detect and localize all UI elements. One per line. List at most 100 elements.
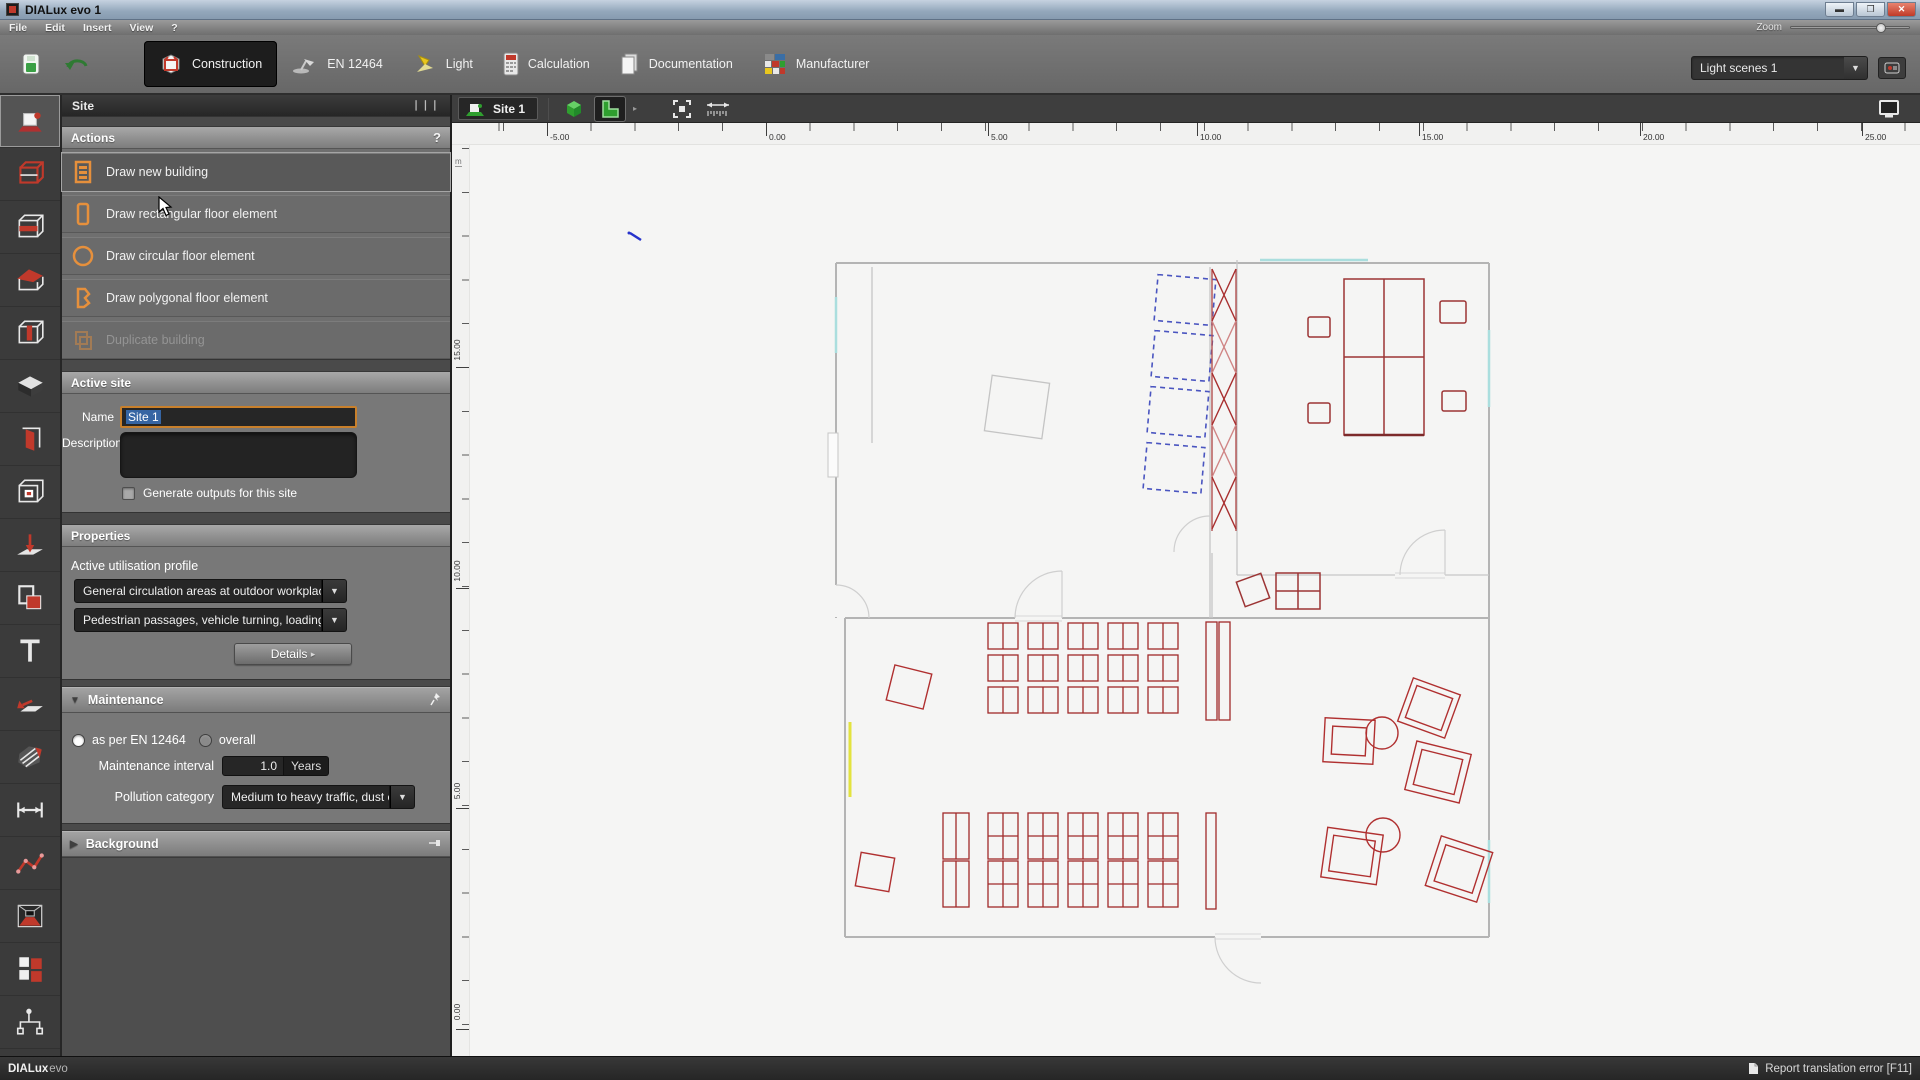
radio-as-per-en12464[interactable] <box>72 733 85 747</box>
pin-icon[interactable] <box>430 692 442 709</box>
measure-button[interactable] <box>703 97 733 121</box>
zoom-fit-button[interactable] <box>667 97 697 121</box>
site-breadcrumb-button[interactable]: Site 1 <box>458 97 539 120</box>
restore-button[interactable]: ❐ <box>1856 2 1885 17</box>
background-header[interactable]: ▶ Background <box>62 831 450 857</box>
panel-options-icon[interactable]: ❘❘❘ <box>412 100 440 111</box>
view-plan-button[interactable] <box>595 96 626 121</box>
action-draw-circ-floor[interactable]: Draw circular floor element <box>62 237 450 275</box>
zoom-slider[interactable] <box>1790 23 1910 33</box>
view-more-arrow[interactable]: ▸ <box>633 104 637 113</box>
generate-outputs-checkbox[interactable] <box>122 486 135 500</box>
tab-label: Calculation <box>527 57 590 71</box>
pollution-category-select[interactable]: Medium to heavy traffic, dust e <box>222 785 390 809</box>
maintenance-interval-input[interactable]: 1.0 <box>222 756 284 776</box>
view-3d-button[interactable] <box>559 97 589 121</box>
profile-select-1[interactable]: General circulation areas at outdoor wor… <box>74 579 322 603</box>
ruler-label: 25.00 <box>1865 132 1887 142</box>
panel-title: Site <box>72 98 95 113</box>
tab-documentation[interactable]: Documentation <box>605 41 748 87</box>
report-translation-link[interactable]: Report translation error [F11] <box>1765 1063 1912 1075</box>
tool-storey[interactable] <box>0 201 60 254</box>
profile-select-2-caret[interactable]: ▼ <box>322 608 347 632</box>
menu-edit[interactable]: Edit <box>36 22 74 34</box>
tool-false-colours[interactable] <box>0 890 60 943</box>
tool-material[interactable] <box>0 731 60 784</box>
north-arrow-icon <box>17 699 43 712</box>
zoom-fit-icon <box>673 99 692 118</box>
description-input[interactable] <box>120 432 357 478</box>
menu-view[interactable]: View <box>121 22 163 34</box>
display-options-button[interactable] <box>1874 97 1904 121</box>
ruler-label: 5.00 <box>991 132 1008 142</box>
menu-insert[interactable]: Insert <box>74 22 121 34</box>
window-icon <box>18 479 44 503</box>
profile-select-1-caret[interactable]: ▼ <box>322 579 347 603</box>
tool-assembly-zone[interactable] <box>0 519 60 572</box>
horizontal-ruler: -5.00 0.00 5.00 10.00 15.00 20.00 25.00 <box>452 123 1920 145</box>
name-label: Name <box>81 410 114 424</box>
drawing-viewport[interactable]: m 15.00 10.00 5.00 0.00 <box>452 145 1920 1056</box>
ruler-label: 0.00 <box>452 1003 462 1021</box>
profile-select-2[interactable]: Pedestrian passages, vehicle turning, lo… <box>74 608 322 632</box>
pin-horizontal-icon[interactable] <box>428 837 442 851</box>
maintenance-form: as per EN 12464 overall Maintenance inte… <box>62 713 450 823</box>
tool-door[interactable] <box>0 413 60 466</box>
tool-dimension[interactable] <box>0 784 60 837</box>
action-draw-new-building[interactable]: Draw new building <box>62 153 450 191</box>
scene-image-button[interactable] <box>1878 57 1906 79</box>
menu-help[interactable]: ? <box>162 22 186 34</box>
pollution-category-caret[interactable]: ▼ <box>390 785 415 809</box>
tool-polyline[interactable] <box>0 837 60 890</box>
save-button[interactable] <box>16 49 46 79</box>
tool-room-element[interactable] <box>0 307 60 360</box>
site-name-input[interactable]: Site 1 <box>120 406 357 428</box>
help-icon[interactable]: ? <box>433 130 441 145</box>
maintenance-header[interactable]: ▼ Maintenance <box>62 687 450 713</box>
radio-overall[interactable] <box>198 733 212 747</box>
light-scenes-caret[interactable]: ▼ <box>1844 56 1868 80</box>
light-icon <box>416 54 433 72</box>
tool-colours[interactable] <box>0 943 60 996</box>
zoom-slider-knob[interactable] <box>1875 23 1886 33</box>
details-button[interactable]: Details ▸ <box>234 643 352 665</box>
side-panel: Site ❘❘❘ Actions ? Draw new building Dra… <box>62 95 452 1056</box>
action-draw-rect-floor[interactable]: Draw rectangular floor element <box>62 195 450 233</box>
maintenance-interval-label: Maintenance interval <box>98 759 214 773</box>
menu-file[interactable]: File <box>0 22 36 34</box>
pollution-category-label: Pollution category <box>114 790 214 804</box>
tool-roof[interactable] <box>0 254 60 307</box>
tool-window[interactable] <box>0 466 60 519</box>
tool-north-arrow[interactable] <box>0 678 60 731</box>
tab-manufacturer[interactable]: Manufacturer <box>748 41 885 87</box>
app-icon <box>6 3 19 16</box>
close-button[interactable]: ✕ <box>1887 2 1916 17</box>
structure-icon <box>16 1008 44 1035</box>
tool-ceiling[interactable] <box>0 360 60 413</box>
light-scenes-select[interactable]: Light scenes 1 <box>1691 56 1854 80</box>
tab-calculation[interactable]: Calculation <box>488 41 605 87</box>
tool-structure[interactable] <box>0 996 60 1049</box>
tab-en12464[interactable]: EN 12464 <box>277 41 398 87</box>
undo-button[interactable] <box>62 49 92 79</box>
duplicate-building-icon <box>75 331 92 350</box>
radio-overall-label: overall <box>218 733 256 747</box>
document-icon <box>621 53 638 75</box>
tab-light[interactable]: Light <box>398 41 488 87</box>
tab-label: Light <box>445 57 473 71</box>
minimize-button[interactable]: ▬ <box>1825 2 1854 17</box>
tool-floor-element[interactable] <box>0 572 60 625</box>
action-label: Draw polygonal floor element <box>106 291 268 305</box>
desk-lamp-icon <box>293 59 315 74</box>
action-draw-poly-floor[interactable]: Draw polygonal floor element <box>62 279 450 317</box>
tool-site[interactable] <box>0 95 60 148</box>
tool-text[interactable] <box>0 625 60 678</box>
tab-label: Manufacturer <box>795 57 870 71</box>
tool-building[interactable] <box>0 148 60 201</box>
floor-plan[interactable] <box>470 145 1920 1056</box>
zoom-label: Zoom <box>1756 22 1782 33</box>
action-label: Duplicate building <box>106 333 205 347</box>
room-element-icon <box>18 320 44 344</box>
material-icon <box>18 746 42 768</box>
tab-construction[interactable]: Construction <box>144 41 278 87</box>
